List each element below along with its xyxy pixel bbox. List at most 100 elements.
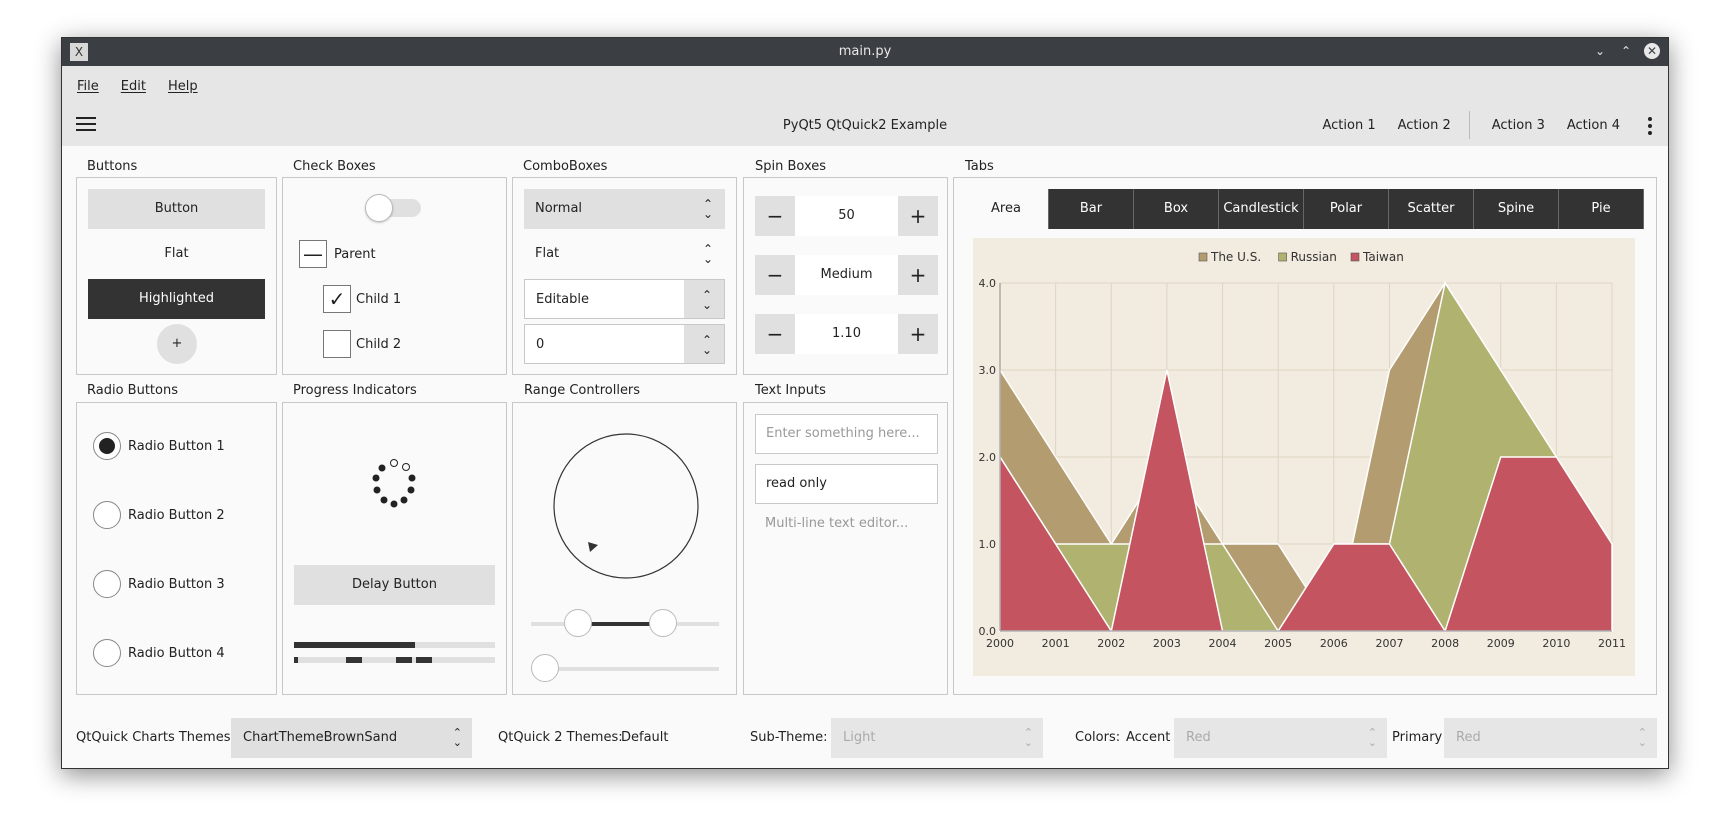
highlighted-button[interactable]: Highlighted (88, 279, 265, 319)
menu-edit[interactable]: Edit (121, 79, 146, 94)
radio-button-3[interactable] (93, 570, 121, 598)
x-tick-label: 2003 (1153, 637, 1181, 650)
text-input-field[interactable]: Enter something here... (755, 414, 938, 454)
delay-button[interactable]: Delay Button (294, 565, 495, 605)
slider-handle[interactable] (531, 654, 559, 682)
updown-chevron-icon: ⌃ ⌄ (1023, 726, 1033, 749)
radios-panel: Radio Button 1 Radio Button 2 Radio Butt… (76, 402, 277, 695)
textinputs-panel: Enter something here... read only Multi-… (743, 402, 948, 695)
minus-icon[interactable]: − (755, 255, 795, 295)
comboboxes-panel: Normal ⌃ ⌄ Flat ⌃ ⌄ Editable ⌃ ⌄ 0 ⌃ ⌄ (512, 177, 737, 375)
tab-area[interactable]: Area (964, 189, 1049, 229)
tabs-panel: Area Bar Box Candlestick Polar Scatter S… (953, 177, 1657, 695)
area-chart: 0.01.02.03.04.02000 2001 2002 2003 2004 2005 2… (973, 238, 1635, 676)
textinputs-section-label: Text Inputs (755, 383, 826, 398)
menu-file[interactable]: File (77, 79, 99, 94)
tab-spine[interactable]: Spine (1474, 189, 1559, 229)
range-slider[interactable] (531, 609, 719, 637)
spinbox-number-value[interactable]: 50 (795, 196, 898, 236)
legend-marker (1198, 252, 1208, 262)
child2-checkbox[interactable] (323, 330, 351, 358)
number-combobox-value: 0 (536, 337, 545, 352)
tab-pie[interactable]: Pie (1559, 189, 1644, 229)
spinbox-number[interactable]: − 50 + (755, 196, 938, 236)
tab-scatter[interactable]: Scatter (1389, 189, 1474, 229)
slider[interactable] (531, 654, 719, 682)
charts-theme-combobox[interactable]: ChartThemeBrownSand ⌃ ⌄ (231, 718, 472, 758)
action-1-button[interactable]: Action 1 (1323, 118, 1376, 139)
x-tick-label: 2007 (1375, 637, 1403, 650)
accent-value: Red (1186, 730, 1211, 745)
radio-button-3-label: Radio Button 3 (128, 577, 225, 592)
toggle-switch[interactable] (365, 194, 421, 222)
indeterminate-progress-bar (294, 657, 495, 663)
updown-chevron-icon: ⌃ ⌄ (1367, 726, 1377, 749)
multiline-text-editor[interactable]: Multi-line text editor... (765, 516, 908, 531)
qq2-theme-value: Default (621, 730, 669, 745)
plus-icon[interactable]: + (898, 314, 938, 354)
busy-indicator-icon (372, 459, 416, 508)
round-add-button[interactable]: + (157, 324, 197, 364)
tab-candlestick[interactable]: Candlestick (1219, 189, 1304, 229)
child2-checkbox-label: Child 2 (356, 337, 402, 352)
legend-marker (1278, 252, 1287, 262)
menu-help[interactable]: Help (168, 79, 198, 94)
primary-combobox[interactable]: Red ⌃ ⌄ (1444, 718, 1657, 758)
minus-icon[interactable]: − (755, 314, 795, 354)
y-tick-label: 1.0 (979, 538, 997, 551)
menu-bar: File Edit Help (62, 66, 1668, 106)
tab-polar[interactable]: Polar (1304, 189, 1389, 229)
radio-button-1[interactable] (93, 432, 121, 460)
flat-combobox[interactable]: Flat ⌃ ⌄ (524, 234, 725, 274)
spinbox-text-value[interactable]: Medium (795, 255, 898, 295)
toolbar-separator (1468, 111, 1470, 139)
range-slider-second-handle[interactable] (648, 609, 677, 637)
number-combobox[interactable]: 0 ⌃ ⌄ (524, 324, 725, 364)
editable-combobox[interactable]: Editable ⌃ ⌄ (524, 279, 725, 319)
normal-button[interactable]: Button (88, 189, 265, 229)
y-tick-label: 2.0 (979, 451, 997, 464)
child1-checkbox[interactable]: ✓ (323, 285, 351, 313)
maximize-icon[interactable]: ⌃ (1618, 43, 1634, 59)
editable-combobox-value: Editable (536, 292, 590, 307)
x-tick-label: 2010 (1542, 637, 1570, 650)
radio-button-4[interactable] (93, 639, 121, 667)
subtheme-combobox[interactable]: Light ⌃ ⌄ (831, 718, 1043, 758)
range-slider-first-handle[interactable] (564, 609, 592, 637)
spinboxes-panel: − 50 + − Medium + − 1.10 + (743, 177, 948, 375)
buttons-section-label: Buttons (87, 159, 138, 174)
tab-bar-chart[interactable]: Bar (1049, 189, 1134, 229)
dial[interactable] (552, 432, 700, 580)
checkboxes-panel: — Parent ✓ Child 1 Child 2 (282, 177, 507, 375)
tab-bar: Area Bar Box Candlestick Polar Scatter S… (964, 189, 1644, 229)
flat-button[interactable]: Flat (88, 234, 265, 274)
progress-bar-fill (294, 642, 415, 648)
normal-combobox[interactable]: Normal ⌃ ⌄ (524, 189, 725, 229)
more-options-icon[interactable] (1648, 117, 1652, 138)
spinbox-decimal-value[interactable]: 1.10 (795, 314, 898, 354)
minimize-icon[interactable]: ⌄ (1592, 43, 1608, 59)
updown-chevron-icon[interactable]: ⌃ ⌄ (700, 280, 714, 311)
minus-icon[interactable]: − (755, 196, 795, 236)
plus-icon[interactable]: + (898, 255, 938, 295)
radio-button-1-label: Radio Button 1 (128, 439, 225, 454)
accent-combobox[interactable]: Red ⌃ ⌄ (1174, 718, 1387, 758)
primary-label: Primary (1392, 730, 1443, 745)
plus-icon[interactable]: + (898, 196, 938, 236)
tab-box[interactable]: Box (1134, 189, 1219, 229)
legend-label: The U.S. (1210, 250, 1261, 264)
parent-checkbox-label: Parent (334, 247, 376, 262)
action-3-button[interactable]: Action 3 (1492, 118, 1545, 139)
spinbox-decimal[interactable]: − 1.10 + (755, 314, 938, 354)
close-icon[interactable]: ✕ (1644, 43, 1660, 59)
range-section-label: Range Controllers (524, 383, 641, 398)
parent-checkbox[interactable]: — (299, 240, 327, 268)
x-tick-label: 2004 (1209, 637, 1237, 650)
progress-panel: Delay Button (282, 402, 507, 695)
radio-button-2[interactable] (93, 501, 121, 529)
legend-label: Taiwan (1362, 250, 1404, 264)
updown-chevron-icon[interactable]: ⌃ ⌄ (700, 325, 714, 356)
action-2-button[interactable]: Action 2 (1398, 118, 1451, 139)
action-4-button[interactable]: Action 4 (1567, 118, 1620, 139)
spinbox-text[interactable]: − Medium + (755, 255, 938, 295)
